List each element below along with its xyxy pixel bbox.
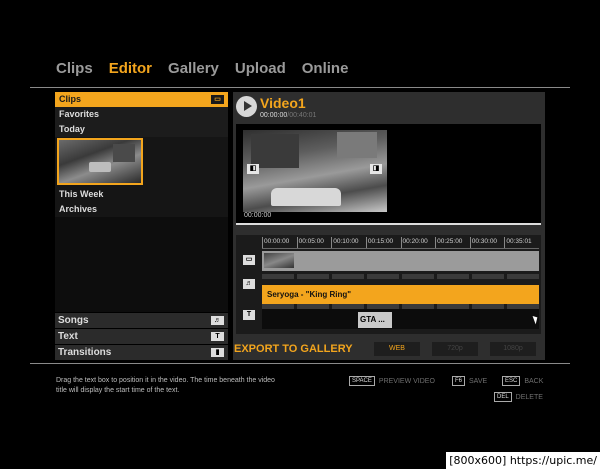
- text-icon: T: [211, 332, 224, 341]
- text-clip[interactable]: GTA ...: [358, 312, 392, 328]
- preview-frame: [243, 130, 387, 212]
- category-songs[interactable]: Songs ♬: [55, 312, 228, 328]
- clip-thumbnails: [55, 137, 228, 187]
- tab-clips[interactable]: Clips: [56, 60, 93, 82]
- esc-key: ESC: [502, 376, 521, 386]
- library-header[interactable]: Clips ▭: [55, 92, 228, 107]
- music-note-icon: ♬: [243, 279, 255, 289]
- tab-editor[interactable]: Editor: [109, 60, 152, 82]
- video-position: 00:00:00: [260, 112, 288, 119]
- hint-delete: DEL DELETE: [494, 392, 543, 402]
- library-item-archives[interactable]: Archives: [55, 202, 228, 217]
- export-720p-button[interactable]: 720p: [432, 342, 478, 356]
- video-time: 00:00:00/00:40:01: [260, 112, 316, 119]
- top-nav: Clips Editor Gallery Upload Online: [56, 60, 348, 82]
- library-header-label: Clips: [59, 94, 82, 104]
- help-text: Drag the text box to position it in the …: [56, 377, 275, 394]
- category-text[interactable]: Text T: [55, 328, 228, 344]
- timeline-tick: 00:25:00: [435, 237, 470, 248]
- hint-save: F6 SAVE: [452, 376, 487, 386]
- export-web-button[interactable]: WEB: [374, 342, 420, 356]
- timeline-ruler[interactable]: 00:00:00 00:05:00 00:10:00 00:15:00 00:2…: [262, 237, 539, 249]
- export-1080p-button[interactable]: 1080p: [490, 342, 536, 356]
- timeline-tick: 00:05:00: [296, 237, 332, 248]
- video-title: Video1: [260, 95, 306, 111]
- timeline-tick: 00:15:00: [365, 237, 401, 248]
- play-button[interactable]: [236, 96, 257, 117]
- hint-preview: SPACE PREVIEW VIDEO: [349, 376, 435, 386]
- song-track[interactable]: Seryoga - "King Ring": [262, 285, 539, 304]
- library-item-this-week[interactable]: This Week: [55, 187, 228, 202]
- timeline-tick: 00:35:01: [504, 237, 539, 248]
- space-key: SPACE: [349, 376, 375, 386]
- tab-online[interactable]: Online: [302, 60, 349, 82]
- hint-back: ESC BACK: [502, 376, 543, 386]
- bottom-divider: [30, 363, 570, 364]
- timeline-tick: 00:00:00: [262, 237, 297, 248]
- timeline: 00:00:00 00:05:00 00:10:00 00:15:00 00:2…: [236, 235, 541, 334]
- text-icon: T: [243, 310, 255, 320]
- watermark: [800x600] https://upic.me/: [446, 452, 600, 469]
- video-duration: /00:40:01: [287, 112, 317, 119]
- clip-library: Clips ▭ Favorites Today This Week Archiv…: [55, 92, 228, 360]
- text-track[interactable]: [262, 309, 539, 329]
- video-track-icon: ▭: [243, 255, 255, 265]
- video-track-clip[interactable]: [264, 253, 294, 268]
- top-divider: [30, 87, 570, 88]
- transition-icon: ▮: [211, 348, 224, 357]
- clip-thumbnail[interactable]: [57, 138, 143, 185]
- timeline-tick: 00:30:00: [469, 237, 505, 248]
- export-label: EXPORT TO GALLERY: [234, 343, 353, 355]
- del-key: DEL: [494, 392, 512, 402]
- timeline-tick: 00:10:00: [331, 237, 366, 248]
- video-preview[interactable]: ◧ ◨ 00:00:00: [236, 124, 541, 225]
- transition-slots: [262, 274, 539, 279]
- transition-marker-icon[interactable]: ◨: [370, 164, 382, 174]
- library-categories: Songs ♬ Text T Transitions ▮: [55, 312, 228, 360]
- f6-key: F6: [452, 376, 466, 386]
- category-transitions[interactable]: Transitions ▮: [55, 344, 228, 360]
- editor-panel: Video1 00:00:00/00:40:01 ◧ ◨ 00:00:00 00…: [233, 92, 545, 360]
- library-item-favorites[interactable]: Favorites: [55, 107, 228, 122]
- music-note-icon: ♬: [211, 316, 224, 325]
- timeline-tick: 00:20:00: [400, 237, 436, 248]
- video-track[interactable]: [262, 251, 539, 271]
- thumbnail-image: [113, 144, 135, 162]
- player-time: 00:00:00: [244, 212, 272, 219]
- transition-marker-icon[interactable]: ◧: [247, 164, 259, 174]
- tab-upload[interactable]: Upload: [235, 60, 286, 82]
- film-icon: ▭: [211, 95, 224, 104]
- tab-gallery[interactable]: Gallery: [168, 60, 219, 82]
- library-item-today[interactable]: Today: [55, 122, 228, 137]
